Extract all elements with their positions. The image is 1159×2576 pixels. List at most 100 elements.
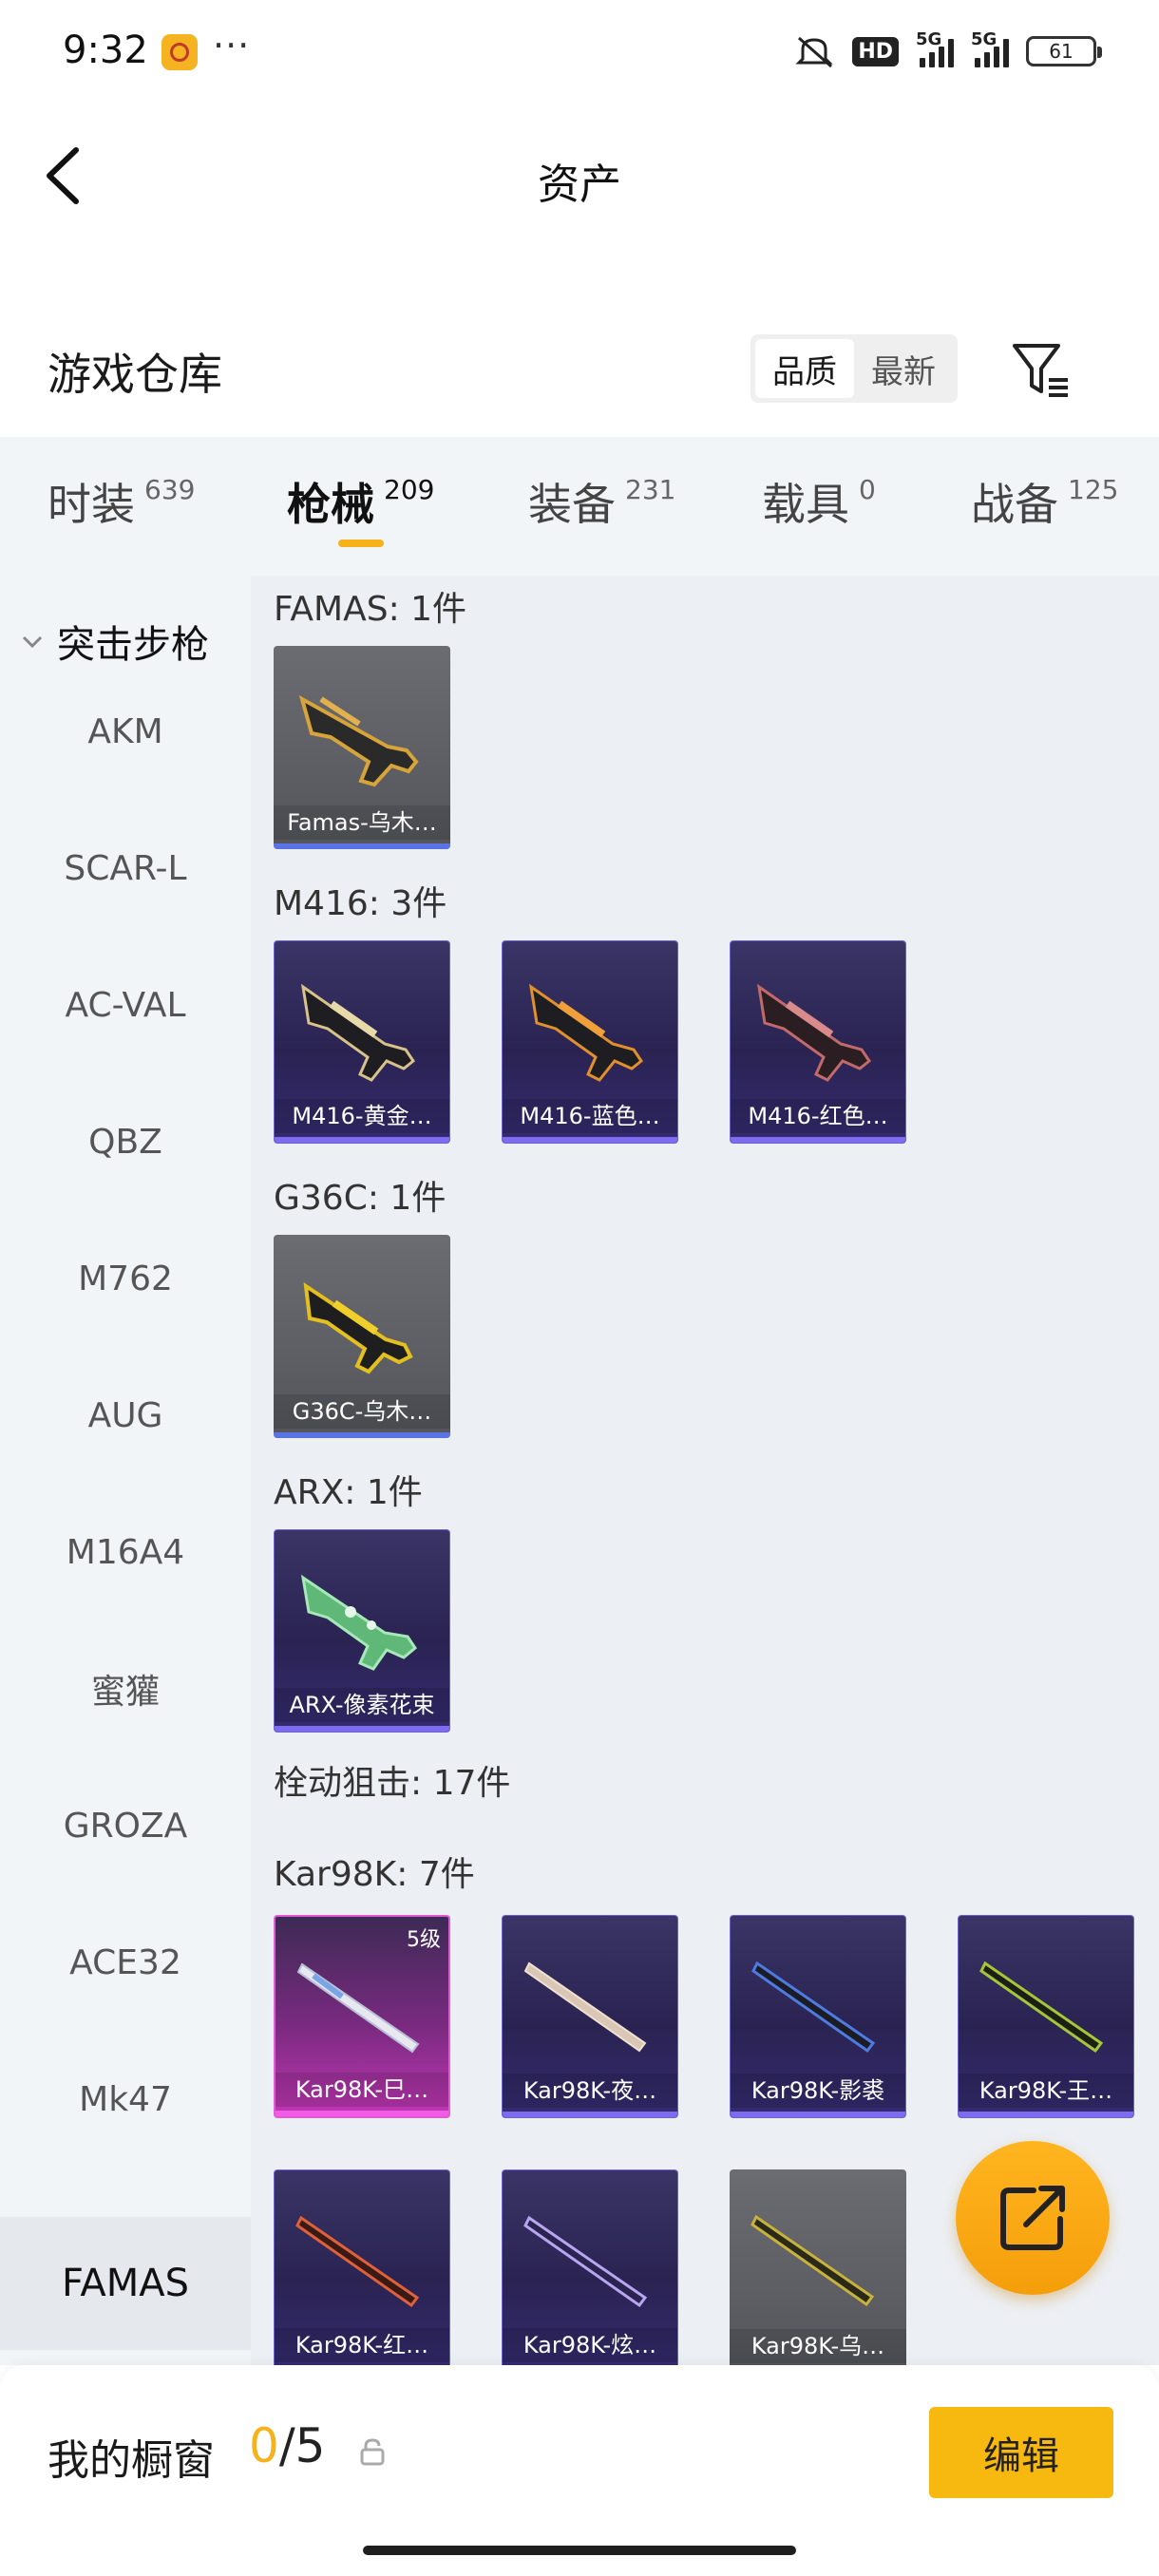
sort-toggle: 品质 最新: [750, 334, 958, 403]
sort-quality-button[interactable]: 品质: [755, 339, 854, 398]
more-notifications-icon: ···: [213, 25, 251, 66]
tab-count: 209: [384, 474, 435, 505]
weapon-card[interactable]: M416-蓝色…: [502, 940, 678, 1144]
status-icons: HD 5G 5G 61: [793, 29, 1102, 70]
weapon-card[interactable]: Kar98K-夜…: [502, 1915, 678, 2118]
app-notification-icon: [162, 34, 198, 70]
weapon-name: Kar98K-夜…: [503, 2074, 677, 2108]
weapon-card[interactable]: Kar98K-王…: [958, 1915, 1134, 2118]
weapon-type-sidebar: 突击步枪 AKM SCAR-L AC-VAL QBZ M762 AUG M16A…: [0, 576, 251, 2365]
signal-icon-2: 5G: [971, 29, 1009, 67]
weapon-card[interactable]: M416-黄金…: [274, 940, 450, 1144]
filter-icon[interactable]: [1009, 338, 1072, 401]
section-title: 栓动狙击: 17件: [274, 1764, 511, 1803]
weapon-name: Kar98K-王…: [959, 2074, 1133, 2108]
weapon-image: [750, 2214, 875, 2307]
weapon-name: Kar98K-炫…: [503, 2328, 677, 2362]
weapon-list: FAMAS: 1件 Famas-乌木… M416: 3件 M416-黄金… M4…: [251, 576, 1159, 2365]
tab-fashion[interactable]: 时装 639: [48, 470, 195, 533]
sidebar-item-m16a4[interactable]: M16A4: [0, 1505, 251, 1600]
lock-icon: [359, 2437, 386, 2466]
showcase-max: 5: [294, 2418, 326, 2473]
status-time: 9:32: [63, 28, 148, 72]
hd-badge: HD: [852, 36, 899, 66]
weapon-card[interactable]: Kar98K-乌…: [730, 2169, 906, 2365]
weapon-image: [298, 694, 419, 787]
edit-button[interactable]: 编辑: [929, 2407, 1113, 2498]
tab-label: 装备: [528, 479, 616, 530]
rarity-bar: [959, 2112, 1133, 2117]
category-tabs: 时装 639 枪械 209 装备 231 载具 0 战备 125: [0, 437, 1159, 576]
sidebar-item-m762[interactable]: M762: [0, 1231, 251, 1326]
showcase-current: 0: [249, 2418, 279, 2473]
sidebar-item-ac-val[interactable]: AC-VAL: [0, 957, 251, 1052]
weapon-card[interactable]: Famas-乌木…: [274, 646, 450, 849]
tab-label: 战备: [971, 479, 1058, 530]
weapon-image: [523, 2215, 648, 2308]
home-indicator[interactable]: [363, 2546, 796, 2555]
weapon-image: [300, 1574, 417, 1671]
page-title: 资产: [538, 161, 621, 209]
section-title: M416: 3件: [274, 884, 447, 923]
sidebar-item-scar-l[interactable]: SCAR-L: [0, 821, 251, 916]
weapon-card[interactable]: Kar98K-影裘: [730, 1915, 906, 2118]
sidebar-item-mk47[interactable]: Mk47: [0, 2052, 251, 2147]
weapon-card[interactable]: Kar98K-炫…: [502, 2169, 678, 2365]
section-title: G36C: 1件: [274, 1179, 446, 1218]
weapon-name: Kar98K-影裘: [731, 2074, 905, 2108]
sort-newest-button[interactable]: 最新: [854, 339, 953, 398]
rarity-bar: [274, 843, 450, 849]
weapon-card[interactable]: G36C-乌木…: [274, 1235, 450, 1438]
tab-count: 639: [144, 474, 196, 505]
weapon-name: M416-蓝色…: [503, 1099, 677, 1133]
sidebar-item-qbz[interactable]: QBZ: [0, 1094, 251, 1189]
weapon-image: [296, 1962, 420, 2054]
rarity-bar: [731, 2112, 905, 2117]
tab-equipment[interactable]: 装备 231: [528, 470, 675, 533]
sidebar-item-honey-badger[interactable]: 蜜獾: [0, 1641, 251, 1736]
mute-icon: [793, 34, 835, 68]
weapon-card[interactable]: ARX-像素花束: [274, 1529, 450, 1733]
share-button[interactable]: [956, 2141, 1110, 2295]
tab-count: 125: [1068, 474, 1119, 505]
warehouse-title: 游戏仓库: [48, 349, 222, 400]
tab-guns[interactable]: 枪械 209: [287, 470, 434, 533]
active-tab-indicator: [338, 540, 384, 547]
weapon-name: Kar98K-乌…: [730, 2329, 906, 2363]
tab-vehicles[interactable]: 载具 0: [762, 470, 876, 533]
weapon-card[interactable]: M416-红色…: [730, 940, 906, 1144]
tab-label: 时装: [48, 479, 135, 530]
tab-count: 231: [625, 474, 676, 505]
weapon-card[interactable]: 5级 Kar98K-巳…: [274, 1915, 450, 2118]
rarity-bar: [503, 1137, 677, 1143]
weapon-image: [979, 1960, 1104, 2054]
sidebar-item-famas[interactable]: FAMAS: [0, 2217, 251, 2350]
battery-icon: 61: [1026, 36, 1102, 66]
weapon-image: [300, 983, 416, 1082]
weapon-image: [295, 2215, 420, 2308]
weapon-name: Kar98K-红…: [275, 2328, 449, 2362]
sidebar-item-ace32[interactable]: ACE32: [0, 1915, 251, 2010]
weapon-name: M416-红色…: [731, 1099, 905, 1133]
sidebar-item-groza[interactable]: GROZA: [0, 1778, 251, 1873]
weapon-name: G36C-乌木…: [274, 1394, 450, 1429]
tab-label: 枪械: [287, 479, 374, 530]
rarity-bar: [731, 1137, 905, 1143]
weapon-image: [523, 1961, 647, 2053]
weapon-image: [751, 1960, 876, 2054]
status-bar: 9:32 ··· HD 5G 5G 61: [0, 0, 1159, 104]
rarity-bar: [275, 1726, 449, 1732]
weapon-name: ARX-像素花束: [275, 1688, 449, 1722]
rarity-bar: [503, 2112, 677, 2117]
rarity-bar: [274, 1432, 450, 1438]
section-title: ARX: 1件: [274, 1473, 423, 1512]
weapon-card[interactable]: Kar98K-红…: [274, 2169, 450, 2365]
sidebar-group-assault-rifles[interactable]: 突击步枪: [0, 614, 251, 669]
sidebar-item-akm[interactable]: AKM: [0, 684, 251, 779]
tab-label: 载具: [762, 479, 849, 530]
share-export-icon: [1000, 2186, 1065, 2250]
sidebar-item-aug[interactable]: AUG: [0, 1368, 251, 1463]
showcase-count: 0/5: [249, 2418, 325, 2473]
tab-supplies[interactable]: 战备 125: [971, 470, 1118, 533]
warehouse-header: 游戏仓库 品质 最新: [0, 313, 1159, 427]
